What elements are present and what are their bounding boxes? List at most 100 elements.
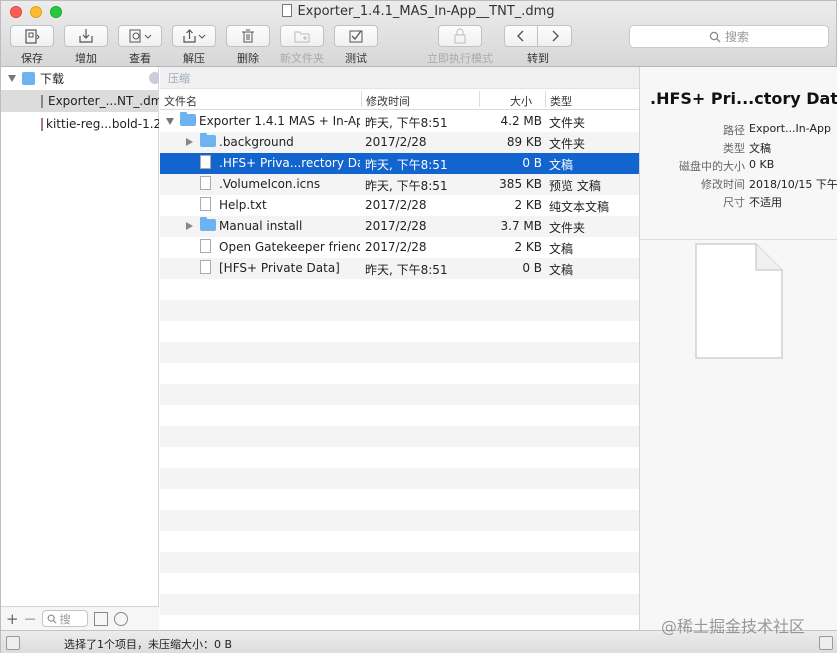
run-now-button[interactable] [438,25,482,47]
extract-icon [183,29,206,43]
table-row[interactable]: Help.txt 2017/2/28 2 KB 纯文本文稿 [160,195,639,216]
table-row[interactable]: .HFS+ Priva...rectory Data 昨天, 下午8:51 0 B 文… [160,153,639,174]
new-folder-label: 新文件夹 [280,52,324,65]
table-row[interactable]: .background 2017/2/28 89 KB 文件夹 [160,132,639,153]
sidebar-item-label: 下载 [40,71,65,86]
sidebar-item-downloads[interactable]: 下载 [1,67,159,89]
eject-indicator-icon [149,72,159,84]
inspector-pane: .HFS+ Pri...ctory Data 路径 Export...In-Ap… [639,67,837,630]
file-size: 0 B [522,261,542,275]
save-label: 保存 [21,52,43,65]
watermark-text: @稀土掘金技术社区 [661,617,806,636]
breadcrumb[interactable]: 压缩 [160,67,639,88]
inspector-key: 类型 [723,142,745,155]
file-size: 385 KB [499,177,542,191]
empty-row-stripe [160,552,639,573]
sidebar-bottom-bar: + — 搜 [1,606,159,630]
file-size: 0 B [522,156,542,170]
column-divider[interactable] [361,91,362,107]
file-name: .VolumeIcon.icns [219,177,321,191]
document-icon [200,155,211,169]
view-button[interactable] [118,25,162,47]
column-header-name[interactable]: 文件名 [164,93,197,109]
document-icon [200,197,211,211]
toggle-sidebar-button[interactable] [6,636,20,650]
empty-row-stripe [160,426,639,447]
table-row[interactable]: [HFS+ Private Data] 昨天, 下午8:51 0 B 文稿 [160,258,639,279]
test-checkmark-icon [349,30,363,43]
inspector-key: 路径 [723,124,745,137]
inspector-row-disk-size: 磁盘中的大小 0 KB [640,158,837,176]
add-source-button[interactable]: + [6,610,19,628]
save-icon [25,29,40,44]
file-kind: 文件夹 [549,116,586,130]
file-date: 昨天, 下午8:51 [365,179,448,193]
folder-icon [180,112,196,126]
toggle-inspector-button[interactable] [819,636,833,650]
remove-source-button[interactable]: — [25,612,36,625]
eye-preview-icon[interactable] [113,611,128,626]
file-kind: 文稿 [549,263,574,277]
extract-button[interactable] [172,25,216,47]
new-folder-icon [294,31,310,43]
test-button[interactable] [334,25,378,47]
back-button[interactable] [504,25,538,47]
file-name: Help.txt [219,198,267,212]
run-now-label: 立即执行模式 [427,52,493,65]
goto-label: 转到 [527,52,549,65]
table-row[interactable]: .VolumeIcon.icns 昨天, 下午8:51 385 KB 预览 文稿 [160,174,639,195]
empty-row-stripe [160,342,639,363]
delete-button[interactable] [226,25,270,47]
document-icon [200,260,211,274]
forward-button[interactable] [537,25,572,47]
inspector-title: .HFS+ Pri...ctory Data [650,89,837,108]
column-divider[interactable] [545,91,546,107]
table-row[interactable]: Exporter 1.4.1 MAS + In-App 昨天, 下午8:51 4.2… [160,111,639,132]
delete-label: 删除 [237,52,259,65]
archive-file-icon [41,117,43,131]
file-name: .HFS+ Priva...rectory Data [219,156,360,170]
trash-icon [242,29,254,43]
sidebar-search-field[interactable]: 搜 [41,610,88,627]
table-row[interactable]: Manual install 2017/2/28 3.7 MB 文件夹 [160,216,639,237]
empty-row-stripe [160,384,639,405]
lock-icon [454,28,466,44]
inspector-value: 2018/10/15 下午 [749,178,837,191]
search-icon [709,31,721,42]
empty-row-stripe [160,510,639,531]
empty-row-stripe [160,594,639,615]
file-name: [HFS+ Private Data] [219,261,340,275]
sidebar-item-exporter-dmg[interactable]: Exporter_...NT_.dmg [1,90,159,112]
file-kind: 文稿 [549,242,574,256]
grid-view-icon[interactable] [93,611,108,626]
extract-label: 解压 [183,52,205,65]
status-text: 选择了1个项目，未压缩大小：0 B [64,638,233,651]
column-divider[interactable] [479,91,480,107]
sidebar-item-label: kittie-reg...bold-1.2 [46,117,159,131]
empty-row-stripe [160,300,639,321]
chevron-left-icon [517,30,524,42]
sidebar-item-kittie-archive[interactable]: kittie-reg...bold-1.2 [1,113,159,135]
table-row[interactable]: Open Gatekeeper friendly 2017/2/28 2 KB 文稿 [160,237,639,258]
disclosure-closed-icon[interactable] [186,138,193,146]
column-header-kind[interactable]: 类型 [550,93,572,109]
disclosure-open-icon[interactable] [8,74,16,82]
folder-icon [200,217,216,231]
search-field[interactable]: 搜索 [629,25,829,48]
add-button[interactable] [64,25,108,47]
column-header-size[interactable]: 大小 [510,93,532,109]
inspector-row-dimensions: 尺寸 不适用 [640,194,837,212]
file-size: 2 KB [514,240,542,254]
disclosure-open-icon[interactable] [166,118,174,125]
column-header-bar: 文件名 修改时间 大小 类型 [160,88,639,110]
disclosure-closed-icon[interactable] [186,222,193,230]
save-button[interactable] [10,25,54,47]
inspector-divider [640,239,837,240]
large-document-icon [695,243,783,359]
column-header-modified[interactable]: 修改时间 [366,93,410,109]
file-name: Open Gatekeeper friendly [219,240,360,254]
new-folder-button[interactable] [280,25,324,47]
add-label: 增加 [75,52,97,65]
app-window: Exporter_1.4.1_MAS_In-App__TNT_.dmg 保存 增… [0,0,837,653]
sidebar: 下载 Exporter_...NT_.dmg kittie-reg...bold… [1,67,159,630]
